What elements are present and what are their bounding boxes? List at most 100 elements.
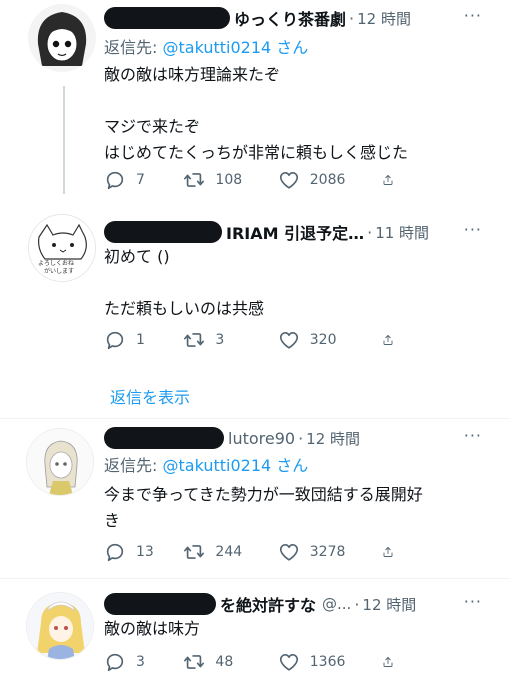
like-count: 3278 <box>309 544 346 560</box>
reply-count: 3 <box>136 654 145 670</box>
handle[interactable]: @... <box>322 595 351 613</box>
reply-count: 13 <box>136 544 154 560</box>
anime-girl-avatar-icon <box>27 429 93 495</box>
tweet-text-line: 初めて () <box>104 247 170 266</box>
avatar[interactable] <box>26 592 94 660</box>
heart-icon <box>278 651 300 673</box>
action-bar: 13 244 3278 <box>104 540 404 564</box>
retweet-button[interactable]: 108 <box>183 169 277 191</box>
reply-to: 返信先: @takutti0214 さん <box>104 452 308 476</box>
action-bar: 3 48 1366 <box>104 650 404 674</box>
manga-girl-avatar-icon <box>28 4 96 72</box>
retweet-count: 3 <box>215 332 225 348</box>
reply-to-label: 返信先: <box>104 456 158 475</box>
reply-to: 返信先: @takutti0214 さん <box>104 34 308 58</box>
tweet-4[interactable]: を絶対許すな @... · 12 時間 ··· 敵の敵は味方 3 48 1366 <box>0 580 510 680</box>
like-button[interactable]: 320 <box>278 329 382 351</box>
tweet-text: 初めて () ただ頼もしいのは共感 <box>104 244 470 322</box>
speech-bubble-icon <box>104 651 126 673</box>
heart-icon <box>278 169 300 191</box>
tweet-text-line: 敵の敵は味方 <box>104 619 201 638</box>
more-options-icon[interactable]: ··· <box>464 426 482 445</box>
share-button[interactable] <box>382 541 404 563</box>
divider <box>0 418 510 419</box>
show-replies-link[interactable]: 返信を表示 <box>110 384 190 408</box>
retweet-button[interactable]: 48 <box>183 651 277 673</box>
share-upload-icon <box>382 651 394 673</box>
share-upload-icon <box>382 329 394 351</box>
retweet-arrows-icon <box>183 169 205 191</box>
action-bar: 7 108 2086 <box>104 168 404 192</box>
tweet-header: IRIAM 引退予定… · 11 時間 <box>104 218 429 246</box>
redacted-name-bar <box>104 593 216 615</box>
like-button[interactable]: 2086 <box>278 169 382 191</box>
separator-dot: · <box>354 594 360 614</box>
timestamp[interactable]: 12 時間 <box>362 594 416 615</box>
like-count: 1366 <box>309 654 346 670</box>
separator-dot: · <box>367 222 373 242</box>
heart-icon <box>278 329 300 351</box>
display-name[interactable]: IRIAM 引退予定… <box>226 220 364 244</box>
tweet-2[interactable]: よろしくおね がいします IRIAM 引退予定… · 11 時間 ··· 初めて… <box>0 200 510 420</box>
reply-to-handle[interactable]: @takutti0214 さん <box>163 38 309 57</box>
retweet-button[interactable]: 3 <box>183 329 277 351</box>
timestamp[interactable]: 12 時間 <box>306 428 360 449</box>
tweet-text: 敵の敵は味方理論来たぞ マジで来たぞ はじめてたくっちが非常に頼もしく感じた <box>104 62 470 166</box>
display-name[interactable]: ゆっくり茶番劇 <box>234 6 346 30</box>
redacted-name-bar <box>104 427 224 449</box>
heart-icon <box>278 541 300 563</box>
tweet-header: を絶対許すな @... · 12 時間 <box>104 590 416 618</box>
blonde-character-avatar-icon <box>27 593 93 659</box>
display-name[interactable]: を絶対許すな <box>220 592 316 616</box>
like-button[interactable]: 3278 <box>278 541 382 563</box>
avatar[interactable] <box>26 428 94 496</box>
speech-bubble-icon <box>104 329 126 351</box>
speech-bubble-icon <box>104 541 126 563</box>
avatar-caption-line: がいします <box>44 268 75 275</box>
like-count: 320 <box>309 332 337 348</box>
timestamp[interactable]: 11 時間 <box>375 222 429 243</box>
avatar-caption-line: よろしくおね <box>38 260 75 267</box>
tweet-text: 今まで争ってきた勢力が一致団結する展開好 き <box>104 482 470 534</box>
more-options-icon[interactable]: ··· <box>464 592 482 611</box>
share-button[interactable] <box>382 329 404 351</box>
tweet-text: 敵の敵は味方 <box>104 616 470 642</box>
retweet-arrows-icon <box>183 329 205 351</box>
retweet-arrows-icon <box>183 541 205 563</box>
more-options-icon[interactable]: ··· <box>464 220 482 239</box>
like-count: 2086 <box>309 172 346 188</box>
tweet-text-line: はじめてたくっちが非常に頼もしく感じた <box>104 143 409 162</box>
tweet-header: lutore90 · 12 時間 <box>104 424 360 452</box>
redacted-name-bar <box>104 7 230 29</box>
avatar-caption: よろしくおね がいします <box>38 260 74 276</box>
tweet-text-line: 敵の敵は味方理論来たぞ <box>104 65 281 84</box>
retweet-button[interactable]: 244 <box>183 541 277 563</box>
divider <box>0 578 510 579</box>
tweet-1[interactable]: ゆっくり茶番劇 · 12 時間 ··· 返信先: @takutti0214 さん… <box>0 0 510 200</box>
display-name[interactable]: lutore90 <box>228 429 295 448</box>
share-button[interactable] <box>382 651 404 673</box>
tweet-text-line: マジで来たぞ <box>104 117 201 136</box>
timestamp[interactable]: 12 時間 <box>357 8 411 29</box>
reply-button[interactable]: 3 <box>104 651 183 673</box>
tweet-3[interactable]: lutore90 · 12 時間 ··· 返信先: @takutti0214 さ… <box>0 420 510 580</box>
more-options-icon[interactable]: ··· <box>464 6 482 25</box>
reply-button[interactable]: 1 <box>104 329 183 351</box>
redacted-name-bar <box>104 221 222 243</box>
reply-button[interactable]: 13 <box>104 541 183 563</box>
reply-to-label: 返信先: <box>104 38 158 57</box>
speech-bubble-icon <box>104 169 126 191</box>
share-button[interactable] <box>382 169 404 191</box>
share-upload-icon <box>382 169 394 191</box>
tweet-header: ゆっくり茶番劇 · 12 時間 <box>104 4 411 32</box>
reply-button[interactable]: 7 <box>104 169 183 191</box>
tweet-text-line: き <box>104 511 121 530</box>
reply-to-handle[interactable]: @takutti0214 さん <box>163 456 309 475</box>
avatar[interactable] <box>28 4 96 72</box>
retweet-arrows-icon <box>183 651 205 673</box>
retweet-count: 48 <box>215 654 234 670</box>
like-button[interactable]: 1366 <box>278 651 382 673</box>
reply-count: 1 <box>136 332 145 348</box>
action-bar: 1 3 320 <box>104 328 404 352</box>
retweet-count: 108 <box>215 172 243 188</box>
